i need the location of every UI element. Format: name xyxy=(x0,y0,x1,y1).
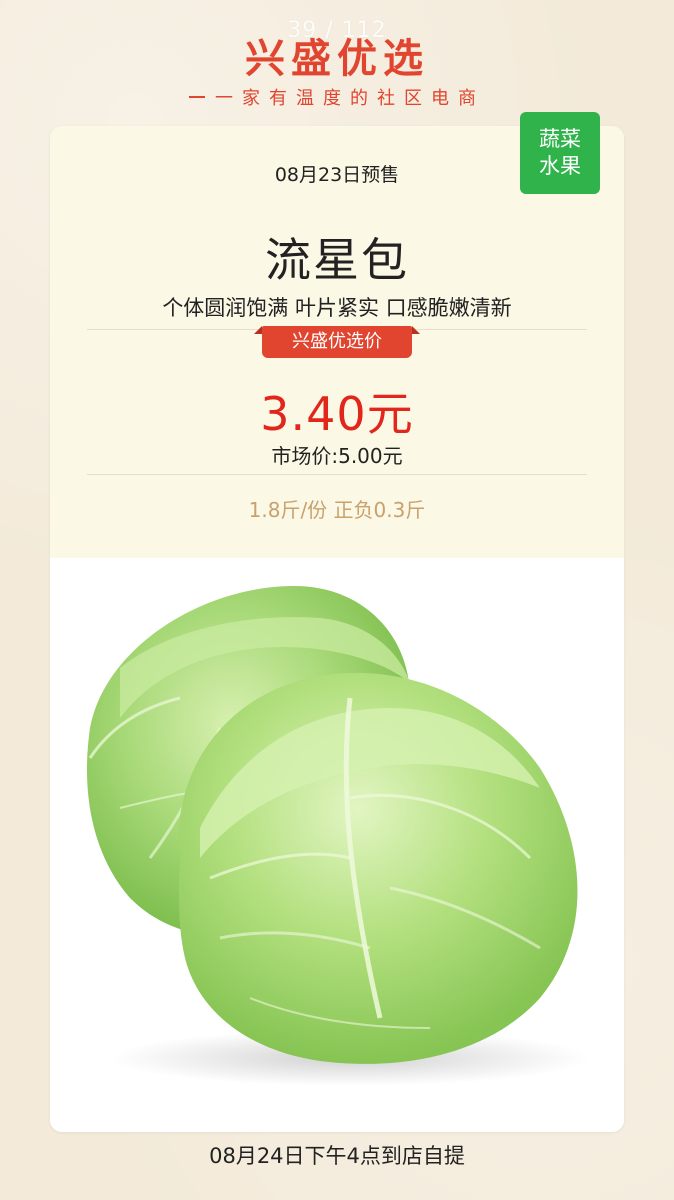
market-price: 市场价:5.00元 xyxy=(271,444,403,468)
brand-slogan-text: 一家有温度的社区电商 xyxy=(215,88,485,109)
category-line-2: 水果 xyxy=(539,154,581,178)
price-tag-label: 兴盛优选价 xyxy=(254,326,420,358)
page-background: 兴盛优选 39 / 112 一家有温度的社区电商 08月23日预售 流星包 个体… xyxy=(0,0,674,1200)
slogan-dash xyxy=(189,96,205,98)
brand-slogan: 一家有温度的社区电商 xyxy=(0,84,674,110)
pickup-info: 08月24日下午4点到店自提 xyxy=(209,1144,465,1168)
product-description: 个体圆润饱满 叶片紧实 口感脆嫩清新 xyxy=(162,296,512,320)
cabbage-illustration xyxy=(86,585,590,1086)
page-counter: 39 / 112 xyxy=(287,18,387,43)
category-line-1: 蔬菜 xyxy=(539,127,581,151)
product-card[interactable]: 08月23日预售 流星包 个体圆润饱满 叶片紧实 口感脆嫩清新 兴盛优选价 3.… xyxy=(50,126,624,1132)
product-name: 流星包 xyxy=(265,233,409,287)
category-badge[interactable]: 蔬菜 水果 xyxy=(520,112,600,194)
product-spec: 1.8斤/份 正负0.3斤 xyxy=(248,498,426,522)
current-price: 3.40元 xyxy=(260,387,414,441)
cabbage-image[interactable] xyxy=(50,558,624,1132)
divider xyxy=(87,474,587,475)
